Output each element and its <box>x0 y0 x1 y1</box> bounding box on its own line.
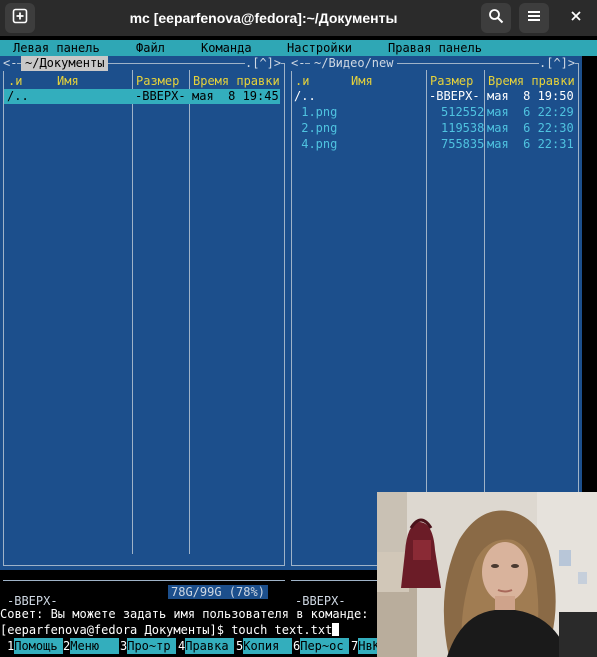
right-panel-corner-left[interactable]: <- <box>291 56 306 71</box>
file-row[interactable]: 1.png 512552 мая 6 22:29 <box>292 105 578 120</box>
menu-button[interactable] <box>519 3 549 33</box>
shell-prompt: [eeparfenova@fedora Документы]$ <box>0 623 232 637</box>
right-panel-corner-right[interactable]: .[^]> <box>539 56 576 71</box>
file-mtime: мая 6 22:29 <box>487 105 574 119</box>
file-mtime: мая 6 22:31 <box>487 137 574 151</box>
left-col-size[interactable]: Размер <box>136 74 179 88</box>
right-col-name[interactable]: Имя <box>351 74 373 88</box>
plus-square-icon <box>12 8 28 29</box>
file-size: -ВВЕРХ- <box>429 89 480 103</box>
hamburger-menu-icon <box>526 8 542 29</box>
window-titlebar: mc [eeparfenova@fedora]:~/Документы <box>0 0 597 36</box>
file-row[interactable]: /.. -ВВЕРХ- мая 8 19:50 <box>292 89 578 104</box>
file-size: -ВВЕРХ- <box>135 89 186 103</box>
menu-file[interactable]: Файл <box>136 40 165 56</box>
file-size: 119538 <box>441 121 485 135</box>
left-panel-corner-left[interactable]: <- <box>3 56 18 71</box>
fkey-edit[interactable]: 4Правка <box>178 638 235 654</box>
left-panel[interactable]: <- ~/Документы .[^]> .и Имя Размер Время… <box>0 56 288 608</box>
command-input[interactable]: touch text.txt <box>231 623 332 637</box>
right-col-size[interactable]: Размер <box>430 74 473 88</box>
left-col-sort[interactable]: .и <box>8 74 22 88</box>
file-size: 755835 <box>441 137 485 151</box>
mc-menubar: Левая панель Файл Команда Настройки Прав… <box>0 40 597 56</box>
disk-usage: 78G/99G (78%) <box>168 585 268 599</box>
webcam-image <box>377 492 597 657</box>
file-mtime: мая 8 19:50 <box>487 89 574 103</box>
file-name: 2.png <box>294 121 338 135</box>
new-tab-button[interactable] <box>5 3 35 33</box>
file-mtime: мая 6 22:30 <box>487 121 574 135</box>
file-row[interactable]: 2.png 119538 мая 6 22:30 <box>292 121 578 136</box>
file-name: 4.png <box>294 137 338 151</box>
left-col-mtime[interactable]: Время правки <box>193 74 280 88</box>
menu-left-panel[interactable]: Левая панель <box>13 40 100 56</box>
file-name: /.. <box>7 89 29 103</box>
fkey-menu[interactable]: 2Меню <box>63 638 120 654</box>
left-panel-path: ~/Документы <box>21 56 109 71</box>
webcam-overlay <box>377 492 597 657</box>
file-name: 1.png <box>294 105 338 119</box>
fkey-view[interactable]: 3Про~тр <box>120 638 177 654</box>
search-icon <box>488 8 504 29</box>
file-size: 512552 <box>441 105 485 119</box>
menu-right-panel[interactable]: Правая панель <box>388 40 482 56</box>
window-title: mc [eeparfenova@fedora]:~/Документы <box>129 10 398 26</box>
right-col-sort[interactable]: .и <box>295 74 309 88</box>
fkey-copy[interactable]: 5Копия <box>236 638 293 654</box>
menu-command[interactable]: Команда <box>201 40 252 56</box>
menu-options[interactable]: Настройки <box>287 40 352 56</box>
right-panel-path: ~/Видео/new <box>310 56 398 71</box>
fkey-help[interactable]: 1Помощь <box>7 638 64 654</box>
close-icon <box>570 9 582 27</box>
close-button[interactable] <box>563 0 589 36</box>
file-row[interactable]: 4.png 755835 мая 6 22:31 <box>292 137 578 152</box>
text-cursor <box>332 623 340 636</box>
fkey-move[interactable]: 6Пер~ос <box>293 638 350 654</box>
left-panel-corner-right[interactable]: .[^]> <box>245 56 282 71</box>
right-col-mtime[interactable]: Время правки <box>488 74 575 88</box>
search-button[interactable] <box>481 3 511 33</box>
file-row[interactable]: /.. -ВВЕРХ- мая 8 19:45 <box>4 89 280 104</box>
left-col-name[interactable]: Имя <box>57 74 79 88</box>
file-mtime: мая 8 19:45 <box>192 89 279 103</box>
file-name: /.. <box>294 89 316 103</box>
